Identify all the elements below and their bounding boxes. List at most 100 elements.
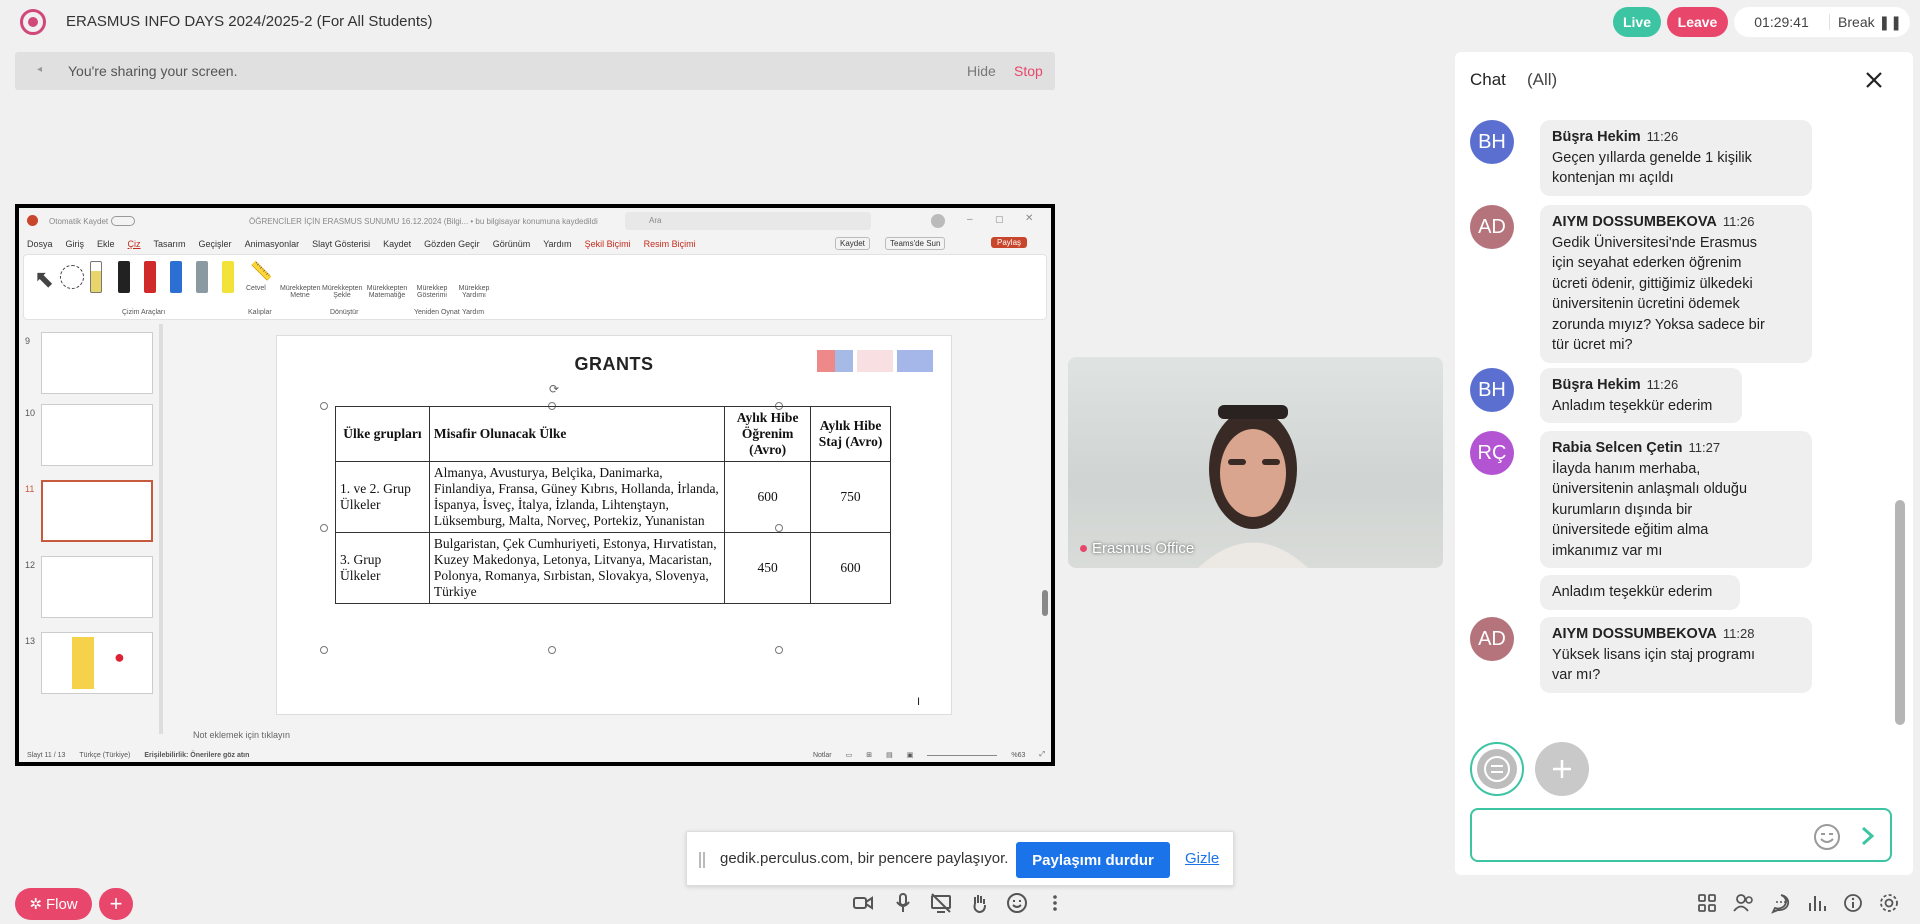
selection-handle[interactable] xyxy=(775,646,783,654)
menu-kaydet[interactable]: Kaydet xyxy=(383,239,411,249)
pen-yellow-icon[interactable] xyxy=(90,261,102,293)
menu-dosya[interactable]: Dosya xyxy=(27,239,53,249)
menu-gecisler[interactable]: Geçişler xyxy=(199,239,232,249)
chat-message-input[interactable] xyxy=(1486,822,1806,848)
zoom-level[interactable]: %63 xyxy=(1011,752,1025,759)
slide-thumb-11[interactable] xyxy=(41,480,153,542)
share-hide-button[interactable]: Hide xyxy=(967,63,996,79)
avatar: AD xyxy=(1470,617,1514,661)
more-options-button[interactable] xyxy=(1040,888,1070,918)
accessibility-status[interactable]: Erişilebilirlik: Önerilere göz atın xyxy=(144,752,249,759)
ruler-icon[interactable]: 📏 xyxy=(250,261,272,282)
video-tile[interactable]: Erasmus Office xyxy=(1068,357,1443,568)
menu-yardim[interactable]: Yardım xyxy=(543,239,571,249)
teams-present-button[interactable]: Teams'de Sun xyxy=(885,237,946,250)
slide-thumb-10[interactable] xyxy=(41,404,153,466)
menu-gozden-gecir[interactable]: Gözden Geçir xyxy=(424,239,480,249)
selection-handle[interactable] xyxy=(548,646,556,654)
hide-notification-link[interactable]: Gizle xyxy=(1185,850,1219,867)
settings-button[interactable] xyxy=(1874,888,1904,918)
screen-share-button[interactable] xyxy=(926,888,956,918)
emoji-icon[interactable] xyxy=(1812,822,1842,852)
break-button[interactable]: Break ❚❚ xyxy=(1830,14,1910,31)
ppt-search-input[interactable]: Ara xyxy=(625,212,871,230)
chat-mode-button[interactable] xyxy=(1470,742,1524,796)
participants-button[interactable] xyxy=(1729,888,1759,918)
minimize-icon[interactable]: – xyxy=(967,214,973,225)
add-button[interactable]: + xyxy=(99,888,133,920)
selection-handle[interactable] xyxy=(320,524,328,532)
language-status[interactable]: Türkçe (Türkiye) xyxy=(79,752,130,759)
camera-button[interactable] xyxy=(848,888,878,918)
selection-handle[interactable] xyxy=(320,402,328,410)
autosave-toggle[interactable] xyxy=(111,216,135,226)
notes-pane[interactable]: Not eklemek için tıklayın xyxy=(169,726,1049,746)
layout-button[interactable] xyxy=(1692,888,1722,918)
flow-button[interactable]: ✲ Flow xyxy=(15,888,92,920)
ribbon-group-templates: Kalıplar xyxy=(248,309,272,316)
slide-scrollbar[interactable] xyxy=(1042,590,1048,616)
slide-thumb-9[interactable] xyxy=(41,332,153,394)
select-cursor-icon[interactable]: ⬉ xyxy=(34,265,54,294)
pen-gray-icon[interactable] xyxy=(196,261,208,293)
maximize-icon[interactable]: ▢ xyxy=(995,214,1004,225)
grid-view-icon[interactable]: ⊞ xyxy=(866,751,872,759)
chat-button[interactable] xyxy=(1766,888,1796,918)
live-button[interactable]: Live xyxy=(1613,7,1661,37)
pen-blue-icon[interactable] xyxy=(170,261,182,293)
fit-slide-icon[interactable]: ⤢ xyxy=(1039,751,1045,759)
pen-black-icon[interactable] xyxy=(118,261,130,293)
ink-to-text-button[interactable]: Mürekkepten Metne xyxy=(280,285,320,299)
normal-view-icon[interactable]: ▭ xyxy=(846,751,853,759)
menu-tasarim[interactable]: Tasarım xyxy=(154,239,186,249)
send-icon[interactable] xyxy=(1856,824,1880,848)
selection-handle[interactable] xyxy=(320,646,328,654)
chat-input-box[interactable] xyxy=(1470,808,1892,862)
lasso-icon[interactable] xyxy=(60,265,84,289)
ink-to-math-button[interactable]: Mürekkepten Matematiğe xyxy=(364,285,410,299)
info-button[interactable] xyxy=(1838,888,1868,918)
table-header: Aylık Hibe Öğrenim (Avro) xyxy=(724,406,812,462)
slide-thumb-13[interactable]: ● xyxy=(41,632,153,694)
add-attachment-button[interactable] xyxy=(1535,742,1589,796)
close-icon[interactable] xyxy=(1862,68,1886,92)
close-window-icon[interactable]: ✕ xyxy=(1025,213,1033,224)
reading-view-icon[interactable]: ▤ xyxy=(886,751,893,759)
raise-hand-button[interactable] xyxy=(964,888,994,918)
reactions-button[interactable] xyxy=(1002,888,1032,918)
ppt-share-button[interactable]: Paylaş xyxy=(991,237,1028,248)
leave-button[interactable]: Leave xyxy=(1667,7,1728,37)
menu-animasyonlar[interactable]: Animasyonlar xyxy=(245,239,300,249)
message-text: İlayda hanım merhaba, xyxy=(1552,460,1701,477)
zoom-slider[interactable] xyxy=(927,754,998,756)
account-avatar-icon[interactable] xyxy=(931,214,945,228)
drag-handle-icon[interactable] xyxy=(699,852,705,868)
menu-slayt-gosterisi[interactable]: Slayt Gösterisi xyxy=(312,239,370,249)
slide-canvas[interactable]: GRANTS ⟳ Ülke grupları Misafir Olunacak … xyxy=(276,335,952,715)
notes-toggle[interactable]: Notlar xyxy=(813,752,832,759)
menu-ciz[interactable]: Çiz xyxy=(128,239,141,249)
menu-giris[interactable]: Giriş xyxy=(66,239,85,249)
menu-resim-bicimi[interactable]: Resim Biçimi xyxy=(644,239,696,249)
chat-scope[interactable]: (All) xyxy=(1527,70,1557,90)
sender-name: Rabia Selcen Çetin xyxy=(1552,440,1683,456)
ink-to-shape-button[interactable]: Mürekkepten Şekle xyxy=(322,285,362,299)
ink-replay-button[interactable]: Mürekkep Gösterimi xyxy=(412,285,452,299)
slideshow-icon[interactable]: ▣ xyxy=(907,751,914,759)
ink-help-button[interactable]: Mürekkep Yardımı xyxy=(454,285,494,299)
polls-button[interactable] xyxy=(1802,888,1832,918)
grants-table[interactable]: Ülke grupları Misafir Olunacak Ülke Aylı… xyxy=(335,406,891,604)
chat-scrollbar[interactable] xyxy=(1895,500,1905,725)
thumbs-scrollbar[interactable] xyxy=(159,324,163,734)
slide-thumb-12[interactable] xyxy=(41,556,153,618)
share-stop-button[interactable]: Stop xyxy=(1014,63,1043,79)
menu-sekil-bicimi[interactable]: Şekil Biçimi xyxy=(585,239,631,249)
ppt-save-button[interactable]: Kaydet xyxy=(835,237,870,250)
menu-ekle[interactable]: Ekle xyxy=(97,239,115,249)
microphone-button[interactable] xyxy=(888,888,918,918)
menu-gorunum[interactable]: Görünüm xyxy=(493,239,531,249)
rotate-handle-icon[interactable]: ⟳ xyxy=(549,382,559,396)
pen-red-icon[interactable] xyxy=(144,261,156,293)
stop-sharing-button[interactable]: Paylaşımı durdur xyxy=(1016,842,1170,878)
highlighter-icon[interactable] xyxy=(222,261,234,293)
